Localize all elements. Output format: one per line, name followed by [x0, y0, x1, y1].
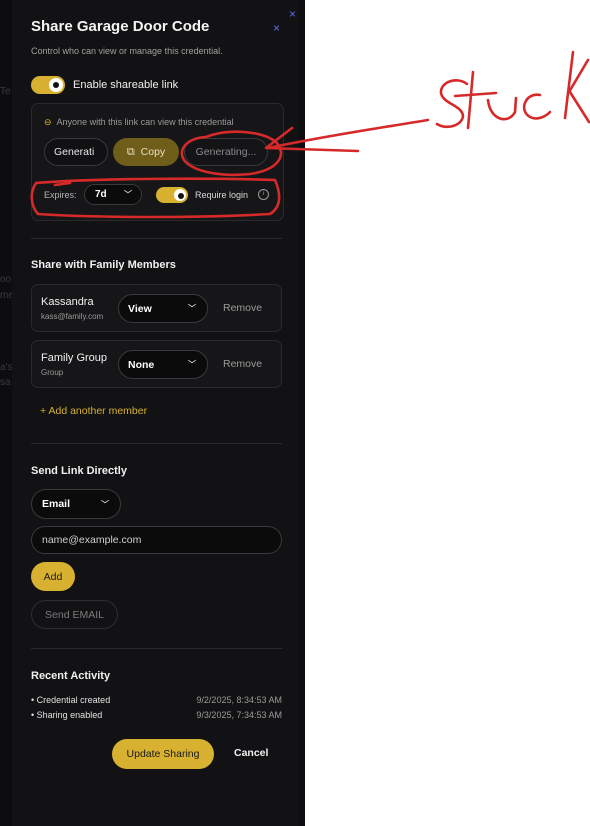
dialog-subtitle: Control who can view or manage this cred…	[31, 46, 223, 56]
annotation-letter-s	[435, 79, 469, 129]
send-method-select[interactable]: Email ﹀	[31, 489, 121, 519]
member-permission-select[interactable]: View ﹀	[118, 294, 208, 323]
background-text-fragment: a's	[0, 362, 12, 373]
close-icon[interactable]: ×	[289, 8, 296, 20]
member-row: Family Group Group None ﹀ Remove	[31, 340, 282, 388]
member-name: Family Group	[41, 352, 108, 364]
toggle-knob	[174, 189, 186, 201]
family-section-title: Share with Family Members	[31, 259, 176, 271]
expires-value: 7d	[95, 189, 107, 200]
shareable-link-label: Enable shareable link	[73, 79, 179, 91]
remove-member-button[interactable]: Remove	[223, 358, 262, 370]
send-method-value: Email	[42, 498, 71, 510]
permission-value: View	[128, 302, 152, 315]
activity-item: • Credential created 9/2/2025, 8:34:53 AM	[31, 695, 282, 705]
chevron-down-icon: ﹀	[101, 499, 109, 509]
background-text-fragment: me	[0, 290, 12, 301]
copy-button-label: Copy	[140, 146, 166, 158]
shareable-link-toggle[interactable]	[31, 76, 65, 94]
link-icon: ⊖	[44, 117, 52, 127]
member-row: Kassandra kass@family.com View ﹀ Remove	[31, 284, 282, 332]
divider	[31, 238, 282, 239]
chevron-down-icon: ﹀	[124, 190, 132, 199]
add-recipient-button[interactable]: Add	[31, 562, 75, 591]
update-sharing-button[interactable]: Update Sharing	[112, 739, 214, 769]
cancel-button[interactable]: Cancel	[234, 747, 268, 759]
link-hint: ⊖ Anyone with this link can view this cre…	[44, 117, 234, 128]
chevron-down-icon: ﹀	[188, 360, 196, 369]
activity-text: • Sharing enabled	[31, 710, 103, 720]
info-icon[interactable]: i	[258, 189, 269, 200]
background-text-fragment: sa	[0, 377, 11, 388]
chevron-down-icon: ﹀	[188, 304, 196, 313]
annotation-letter-u	[486, 96, 518, 121]
background-text-fragment: Te	[0, 86, 11, 97]
activity-time: 9/3/2025, 7:34:53 AM	[196, 710, 282, 720]
annotation-letter-c	[522, 93, 552, 120]
add-member-button[interactable]: + Add another member	[40, 405, 147, 417]
toggle-knob	[49, 78, 63, 92]
expires-select[interactable]: 7d ﹀	[84, 184, 142, 205]
permission-value: None	[128, 358, 155, 371]
require-login-toggle[interactable]	[156, 187, 188, 203]
generating-status-button[interactable]: Generating...	[184, 138, 268, 166]
close-button[interactable]: ×	[273, 22, 280, 34]
activity-item: • Sharing enabled 9/3/2025, 7:34:53 AM	[31, 710, 282, 720]
member-name: Kassandra	[41, 296, 94, 308]
email-input[interactable]	[31, 526, 282, 554]
dialog-title: Share Garage Door Code	[31, 18, 210, 35]
member-type: Group	[41, 368, 64, 377]
link-url-field[interactable]: Generati	[44, 138, 108, 166]
remove-member-button[interactable]: Remove	[223, 302, 262, 314]
send-email-button[interactable]: Send EMAIL	[31, 600, 118, 629]
expires-label: Expires:	[44, 190, 77, 200]
copy-icon: ⧉	[126, 145, 135, 158]
annotation-letter-t	[453, 70, 498, 130]
background-text-fragment: oo	[0, 274, 12, 285]
require-login-label: Require login	[195, 190, 249, 200]
link-hint-text: Anyone with this link can view this cred…	[56, 117, 234, 127]
annotation-letter-k	[563, 50, 590, 124]
activity-section-title: Recent Activity	[31, 670, 111, 682]
share-dialog: × × Share Garage Door Code Control who c…	[12, 0, 299, 826]
divider	[31, 443, 282, 444]
member-email: kass@family.com	[41, 312, 104, 321]
activity-time: 9/2/2025, 8:34:53 AM	[196, 695, 282, 705]
activity-text: • Credential created	[31, 695, 111, 705]
send-link-section-title: Send Link Directly	[31, 465, 127, 477]
shareable-link-box: ⊖ Anyone with this link can view this cre…	[31, 103, 284, 221]
copy-button[interactable]: ⧉ Copy	[113, 138, 179, 166]
divider	[31, 648, 282, 649]
member-permission-select[interactable]: None ﹀	[118, 350, 208, 379]
